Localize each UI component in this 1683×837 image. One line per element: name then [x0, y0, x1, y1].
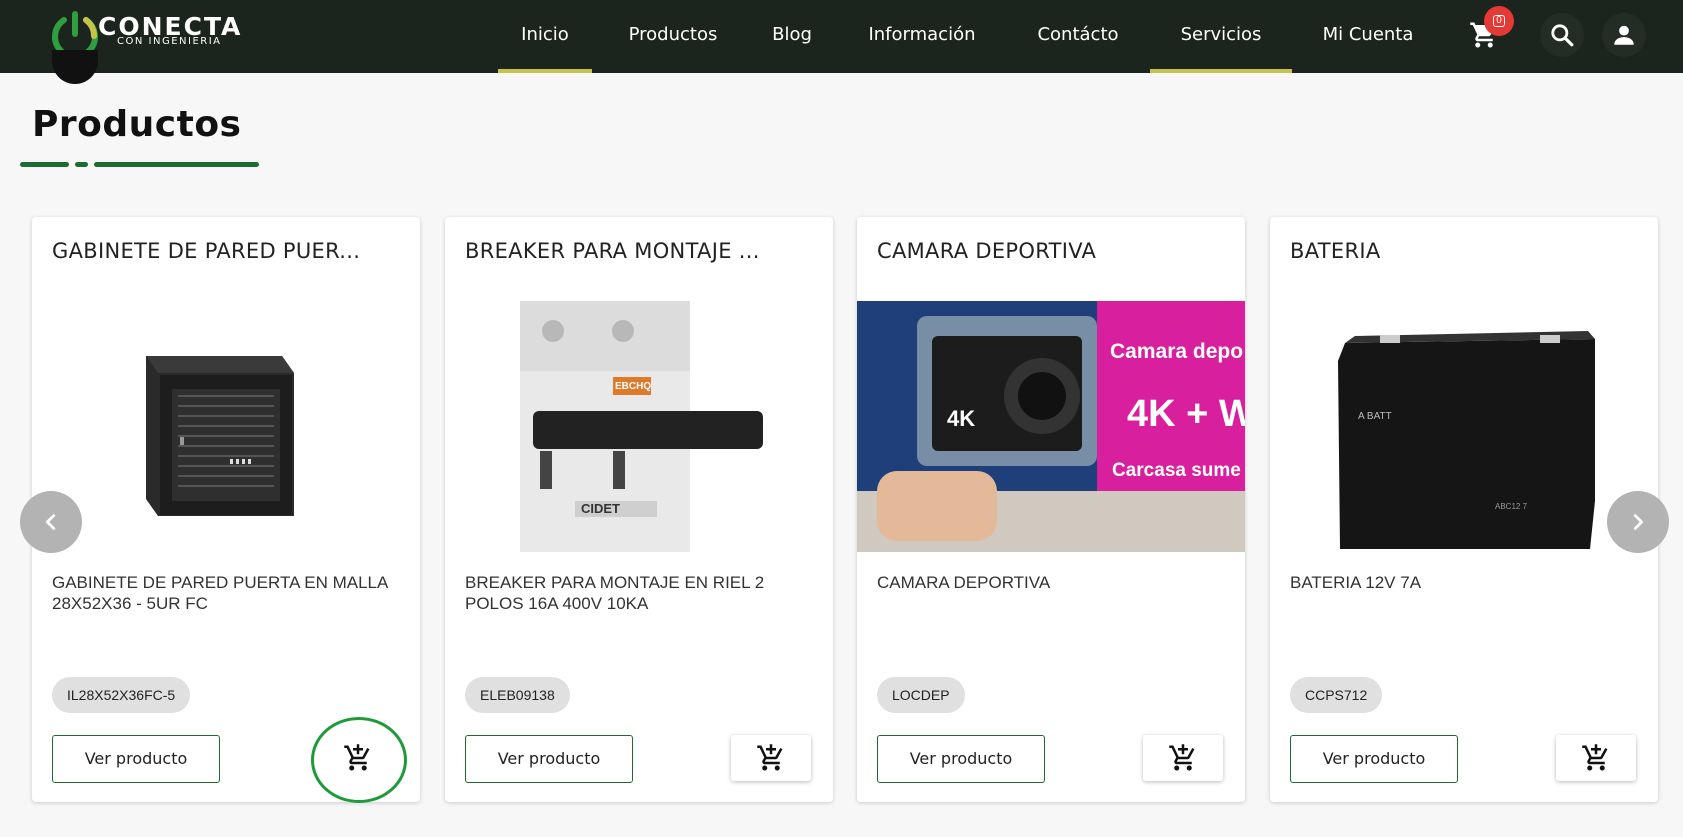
product-card: GABINETE DE PARED PUER... GABINETE DE PA…	[32, 217, 420, 802]
product-card-title[interactable]: BATERIA	[1290, 239, 1640, 263]
floating-avatar	[52, 50, 98, 84]
camera-4k-text: 4K	[947, 406, 975, 431]
product-card: BATERIA A BATT ABC12 7 BATERIA 12V 7A CC…	[1270, 217, 1658, 802]
title-underline-segment	[94, 162, 259, 167]
add-to-cart-icon	[1582, 744, 1608, 771]
highlight-annotation	[311, 717, 407, 803]
view-product-button[interactable]: Ver producto	[1290, 735, 1458, 783]
product-card: BREAKER PARA MONTAJE ... CIDET EBCHQ BRE…	[445, 217, 833, 802]
product-image[interactable]: 4K Camara depo 4K + W Carcasa sume	[857, 301, 1245, 552]
promo-line-3: Carcasa sume	[1112, 460, 1241, 481]
product-description: BATERIA 12V 7A	[1290, 573, 1422, 592]
nav-item-mi-cuenta[interactable]: Mi Cuenta	[1308, 0, 1428, 73]
search-icon	[1551, 24, 1574, 47]
account-button[interactable]	[1602, 13, 1646, 57]
top-navbar: CONECTA CON INGENIERIA Inicio Productos …	[0, 0, 1683, 73]
add-to-cart-button[interactable]	[1143, 735, 1223, 781]
battery-model-text: ABC12 7	[1495, 502, 1528, 511]
nav-item-servicios[interactable]: Servicios	[1150, 0, 1292, 73]
product-card-title[interactable]: CAMARA DEPORTIVA	[877, 239, 1227, 263]
product-card-title[interactable]: GABINETE DE PARED PUER...	[52, 239, 402, 263]
promo-line-1: Camara depo	[1110, 340, 1243, 363]
title-underline-segment	[20, 162, 69, 167]
carousel-next-button[interactable]	[1607, 491, 1669, 553]
sku-chip: LOCDEP	[877, 677, 965, 713]
product-image[interactable]: CIDET EBCHQ	[445, 301, 833, 552]
product-image[interactable]: A BATT ABC12 7	[1270, 301, 1658, 552]
breaker-brand-text: EBCHQ	[615, 381, 651, 392]
view-product-button[interactable]: Ver producto	[877, 735, 1045, 783]
sku-chip: IL28X52X36FC-5	[52, 677, 191, 713]
cart-count-badge: 0	[1484, 6, 1514, 36]
search-button[interactable]	[1540, 13, 1584, 57]
nav-item-contacto[interactable]: Contácto	[1022, 0, 1134, 73]
product-card-title[interactable]: BREAKER PARA MONTAJE ...	[465, 239, 815, 263]
view-product-button[interactable]: Ver producto	[52, 735, 220, 783]
product-description: GABINETE DE PARED PUERTA EN MALLA 28X52X…	[52, 573, 388, 613]
chevron-right-icon	[1633, 514, 1644, 530]
add-to-cart-icon	[757, 744, 783, 771]
cart-count: 0	[1493, 15, 1505, 27]
title-underline-segment	[75, 162, 88, 167]
product-image[interactable]	[32, 301, 420, 552]
battery-label-text: A BATT	[1358, 411, 1392, 422]
breaker-logo-text: CIDET	[581, 501, 620, 516]
brand-tagline: CON INGENIERIA	[117, 36, 222, 47]
sku-chip: CCPS712	[1290, 677, 1383, 713]
add-to-cart-icon	[1169, 744, 1195, 771]
add-to-cart-button[interactable]	[1556, 735, 1636, 781]
page-title: Productos	[32, 104, 242, 145]
carousel-prev-button[interactable]	[20, 491, 82, 553]
product-card: CAMARA DEPORTIVA 4K Camara depo 4K + W C…	[857, 217, 1245, 802]
nav-item-inicio[interactable]: Inicio	[498, 0, 592, 73]
promo-line-2: 4K + W	[1127, 393, 1245, 435]
chevron-left-icon	[45, 514, 56, 530]
person-icon	[1614, 25, 1634, 45]
nav-item-blog[interactable]: Blog	[762, 0, 822, 73]
view-product-button[interactable]: Ver producto	[465, 735, 633, 783]
product-description: BREAKER PARA MONTAJE EN RIEL 2 POLOS 16A…	[465, 573, 765, 613]
add-to-cart-button[interactable]	[731, 735, 811, 781]
nav-item-informacion[interactable]: Información	[854, 0, 990, 73]
nav-item-productos[interactable]: Productos	[608, 0, 738, 73]
sku-chip: ELEB09138	[465, 677, 570, 713]
product-description: CAMARA DEPORTIVA	[877, 573, 1051, 592]
